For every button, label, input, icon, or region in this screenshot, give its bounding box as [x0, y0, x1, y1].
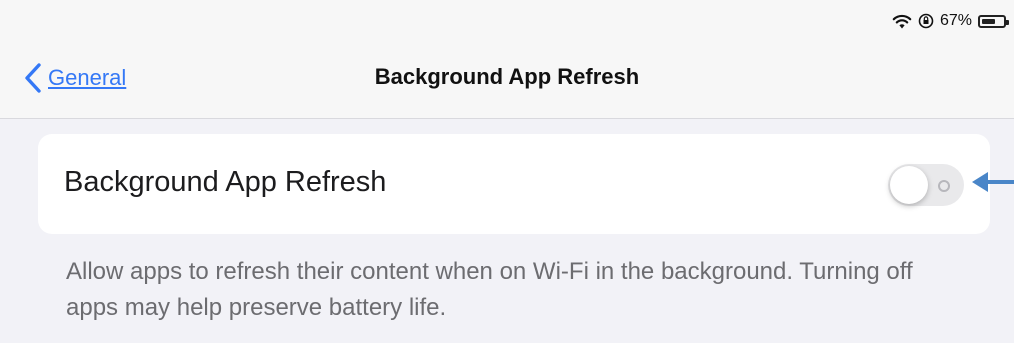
toggle-off-indicator: [938, 180, 950, 192]
setting-description: Allow apps to refresh their content when…: [66, 258, 913, 321]
battery-percent: 67%: [939, 12, 972, 29]
wifi-icon: [892, 14, 912, 29]
orientation-lock-icon: [918, 13, 934, 29]
battery-fill: [982, 18, 995, 24]
page-title: Background App Refresh: [374, 64, 640, 89]
setting-row: Background App Refresh: [38, 134, 990, 234]
background-refresh-toggle[interactable]: [888, 164, 964, 206]
setting-label: Background App Refresh: [64, 166, 387, 198]
annotation-arrow-icon: [972, 172, 1014, 192]
battery-icon: [978, 14, 1009, 28]
status-bar: 67%: [892, 8, 1009, 34]
toggle-knob[interactable]: [890, 166, 928, 204]
navigation-bar: 67% General Background App Refresh: [0, 0, 1014, 119]
